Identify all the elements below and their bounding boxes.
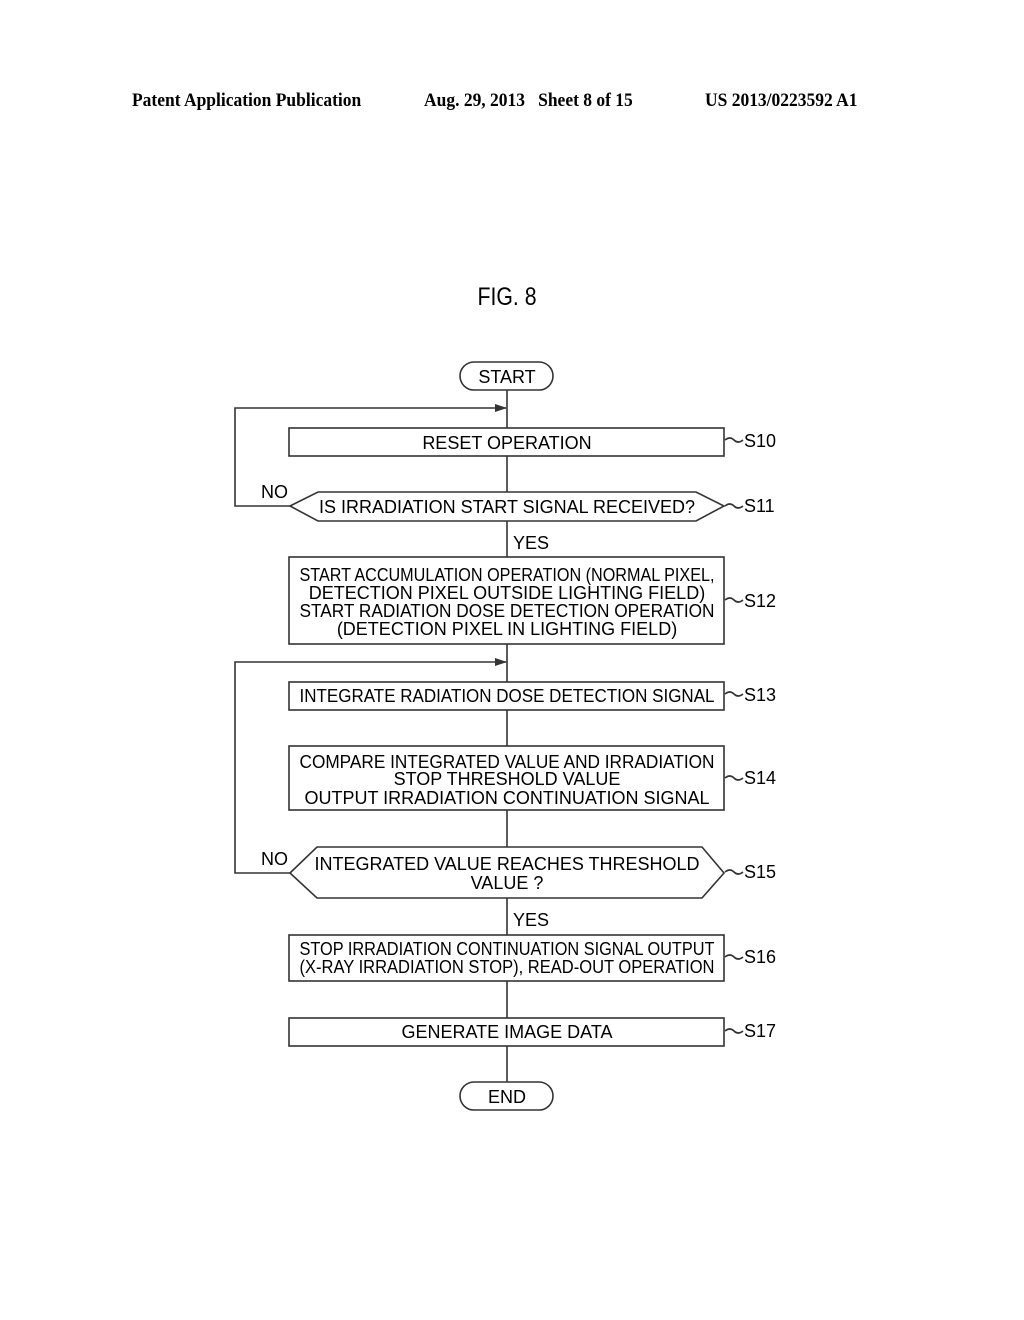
step-s15-line1: INTEGRATED VALUE REACHES THRESHOLD (314, 854, 699, 874)
s14-ref: S14 (744, 768, 776, 788)
s16-ref: S16 (744, 947, 776, 967)
step-s14-line2: STOP THRESHOLD VALUE (394, 769, 621, 789)
s12-leader (724, 597, 744, 603)
s10-ref: S10 (744, 431, 776, 451)
step-s12-line1: START ACCUMULATION OPERATION (NORMAL PIX… (300, 565, 715, 585)
end-label: END (488, 1087, 526, 1107)
s10-leader (724, 437, 744, 443)
step-s12-line2: DETECTION PIXEL OUTSIDE LIGHTING FIELD) (309, 583, 705, 603)
s12-ref: S12 (744, 591, 776, 611)
s13-leader (724, 691, 744, 697)
s15-leader (724, 869, 744, 875)
step-s12-line4: (DETECTION PIXEL IN LIGHTING FIELD) (337, 619, 677, 639)
start-label: START (478, 367, 535, 387)
s11-leader (724, 503, 744, 509)
s17-ref: S17 (744, 1021, 776, 1041)
s15-no-label: NO (261, 849, 288, 869)
step-s11-text: IS IRRADIATION START SIGNAL RECEIVED? (319, 497, 695, 517)
step-s14-line3: OUTPUT IRRADIATION CONTINUATION SIGNAL (304, 788, 709, 808)
step-s12-line3: START RADIATION DOSE DETECTION OPERATION (300, 601, 715, 621)
s13-ref: S13 (744, 685, 776, 705)
step-s10-text: RESET OPERATION (422, 433, 591, 453)
s17-leader (724, 1028, 744, 1034)
flowchart: START RESET OPERATION IS IRRADIATION STA… (234, 361, 776, 1111)
step-s13-text: INTEGRATE RADIATION DOSE DETECTION SIGNA… (300, 686, 715, 706)
s11-no-label: NO (261, 482, 288, 502)
step-s16-line1: STOP IRRADIATION CONTINUATION SIGNAL OUT… (300, 939, 715, 959)
step-s16-line2: (X-RAY IRRADIATION STOP), READ-OUT OPERA… (300, 957, 715, 977)
step-s17-text: GENERATE IMAGE DATA (401, 1022, 612, 1042)
step-s15-line2: VALUE ? (471, 873, 544, 893)
s15-yes-label: YES (513, 910, 549, 930)
s11-ref: S11 (744, 496, 775, 516)
s16-leader (724, 954, 744, 960)
s11-yes-label: YES (513, 533, 549, 553)
s14-leader (724, 775, 744, 781)
s15-ref: S15 (744, 862, 776, 882)
